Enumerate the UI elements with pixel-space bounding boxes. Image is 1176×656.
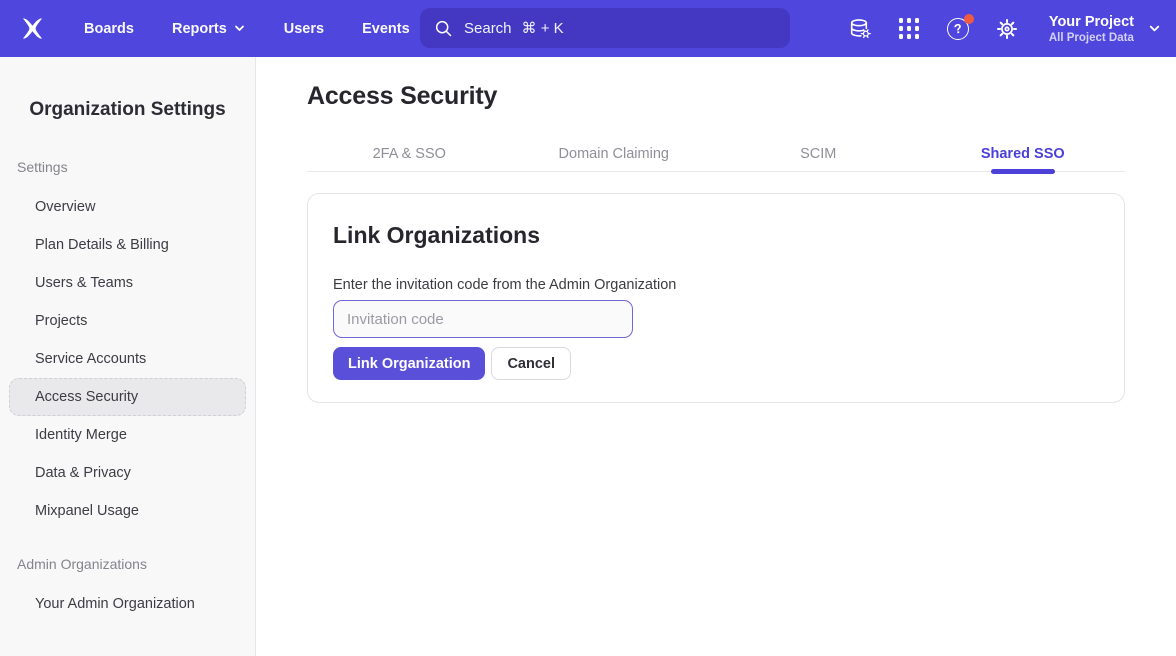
sidebar-item-plan-details-billing[interactable]: Plan Details & Billing <box>9 226 246 264</box>
search-icon <box>433 18 454 39</box>
link-organizations-card: Link Organizations Enter the invitation … <box>307 193 1125 403</box>
sidebar-item-service-accounts[interactable]: Service Accounts <box>9 340 246 378</box>
sidebar-item-overview[interactable]: Overview <box>9 188 246 226</box>
tab-domain-claiming[interactable]: Domain Claiming <box>512 140 717 171</box>
sidebar-item-mixpanel-usage[interactable]: Mixpanel Usage <box>9 492 246 530</box>
nav-item-events[interactable]: Events <box>362 21 410 37</box>
help-icon[interactable]: ? <box>946 17 970 41</box>
nav-item-boards[interactable]: Boards <box>84 21 134 37</box>
chevron-down-icon <box>1147 21 1162 36</box>
tab-bar: 2FA & SSO Domain Claiming SCIM Shared SS… <box>307 140 1125 172</box>
sidebar: Organization Settings Settings Overview … <box>0 57 256 656</box>
project-selector[interactable]: Your Project All Project Data <box>1049 13 1162 45</box>
primary-nav: Boards Reports Users Events <box>84 21 410 37</box>
project-name: Your Project <box>1049 13 1134 31</box>
sidebar-title: Organization Settings <box>0 57 255 121</box>
chevron-down-icon <box>233 22 246 35</box>
invitation-code-description: Enter the invitation code from the Admin… <box>333 277 1099 294</box>
cancel-button[interactable]: Cancel <box>491 347 571 380</box>
nav-item-reports[interactable]: Reports <box>172 21 246 37</box>
notification-badge <box>964 14 974 24</box>
sidebar-item-data-privacy[interactable]: Data & Privacy <box>9 454 246 492</box>
nav-item-users[interactable]: Users <box>284 21 324 37</box>
sidebar-item-projects[interactable]: Projects <box>9 302 246 340</box>
project-text: Your Project All Project Data <box>1049 13 1134 45</box>
grid-dots <box>899 18 920 39</box>
tab-shared-sso[interactable]: Shared SSO <box>921 140 1126 171</box>
data-management-icon[interactable] <box>848 17 872 41</box>
sidebar-item-users-teams[interactable]: Users & Teams <box>9 264 246 302</box>
nav-label: Events <box>362 21 410 37</box>
card-actions: Link Organization Cancel <box>333 347 1099 380</box>
tab-2fa-sso[interactable]: 2FA & SSO <box>307 140 512 171</box>
settings-gear-icon[interactable] <box>995 17 1019 41</box>
card-title: Link Organizations <box>333 221 1099 249</box>
search-input[interactable]: Search ⌘ + K <box>420 8 790 48</box>
sidebar-item-access-security[interactable]: Access Security <box>9 378 246 416</box>
apps-grid-icon[interactable] <box>897 17 921 41</box>
section-header-admin-organizations: Admin Organizations <box>17 556 255 573</box>
invitation-code-input[interactable] <box>333 300 633 338</box>
topbar: Boards Reports Users Events Search ⌘ + K <box>0 0 1176 57</box>
settings-list: Overview Plan Details & Billing Users & … <box>0 188 255 530</box>
nav-label: Boards <box>84 21 134 37</box>
page-title: Access Security <box>307 82 1125 110</box>
nav-label: Users <box>284 21 324 37</box>
search-placeholder: Search <box>464 20 512 37</box>
admin-organizations-list: Your Admin Organization <box>0 585 255 623</box>
sidebar-item-identity-merge[interactable]: Identity Merge <box>9 416 246 454</box>
mixpanel-logo-icon[interactable] <box>19 15 46 42</box>
nav-label: Reports <box>172 21 227 37</box>
link-organization-button[interactable]: Link Organization <box>333 347 485 380</box>
project-subtitle: All Project Data <box>1049 31 1134 45</box>
section-header-settings: Settings <box>17 159 255 176</box>
topbar-right-cluster: ? Your Projec <box>848 0 1162 57</box>
tab-scim[interactable]: SCIM <box>716 140 921 171</box>
search-shortcut: ⌘ + K <box>522 19 564 37</box>
main-content: Access Security 2FA & SSO Domain Claimin… <box>256 57 1176 656</box>
sidebar-item-your-admin-organization[interactable]: Your Admin Organization <box>9 585 246 623</box>
